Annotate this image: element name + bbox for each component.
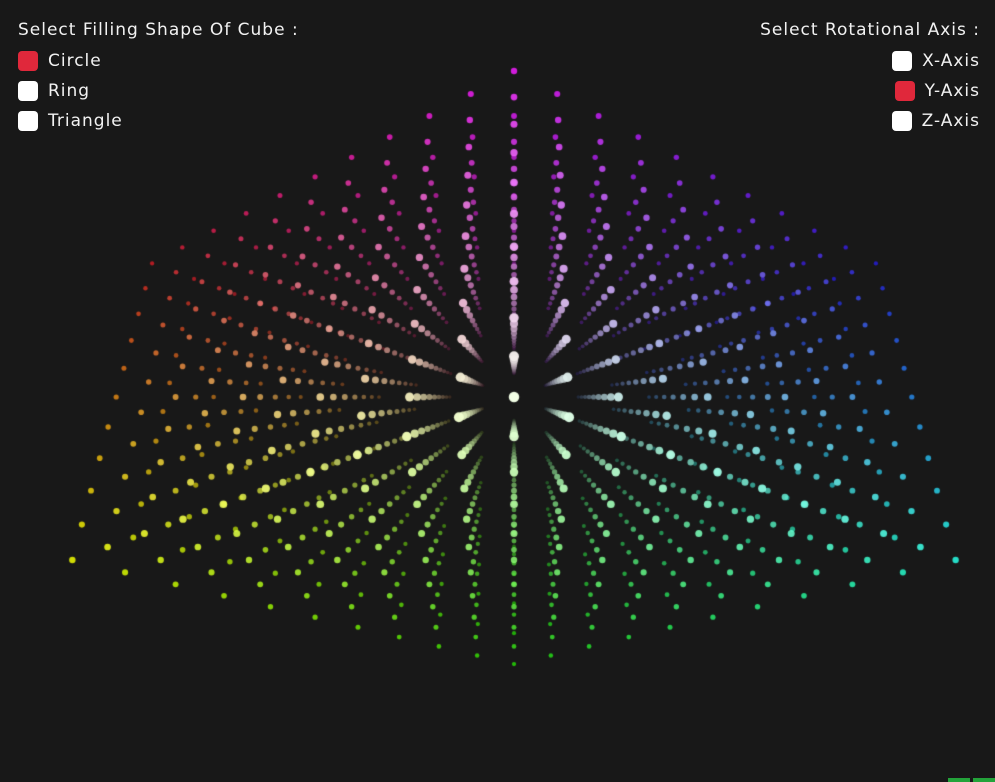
axis-option-y[interactable]: Y-Axis — [760, 76, 980, 106]
shape-option-triangle[interactable]: Triangle — [18, 106, 299, 136]
axis-option-label: Y-Axis — [924, 81, 980, 101]
axis-selector-panel: Select Rotational Axis : X-Axis Y-Axis Z… — [760, 18, 980, 136]
shape-option-ring[interactable]: Ring — [18, 76, 299, 106]
shape-option-label: Ring — [48, 81, 91, 101]
x-axis-checkbox[interactable] — [892, 51, 913, 71]
shape-option-label: Triangle — [48, 111, 123, 131]
axis-option-z[interactable]: Z-Axis — [760, 106, 980, 136]
z-axis-checkbox[interactable] — [891, 111, 912, 131]
axis-option-label: Z-Axis — [921, 111, 980, 131]
frame-rate-bar — [948, 778, 970, 782]
shape-option-circle[interactable]: Circle — [18, 46, 299, 76]
shape-option-label: Circle — [48, 51, 102, 71]
frame-rate-indicator — [923, 778, 995, 782]
triangle-checkbox[interactable] — [18, 111, 38, 131]
axis-selector-title: Select Rotational Axis : — [760, 20, 980, 40]
axis-option-label: X-Axis — [922, 51, 980, 71]
shape-selector-title: Select Filling Shape Of Cube : — [18, 20, 299, 40]
y-axis-checkbox[interactable] — [894, 81, 915, 101]
axis-option-x[interactable]: X-Axis — [760, 46, 980, 76]
ring-checkbox[interactable] — [18, 81, 38, 101]
frame-rate-bar — [973, 778, 995, 782]
shape-selector-panel: Select Filling Shape Of Cube : Circle Ri… — [18, 18, 299, 136]
circle-checkbox[interactable] — [18, 51, 38, 71]
